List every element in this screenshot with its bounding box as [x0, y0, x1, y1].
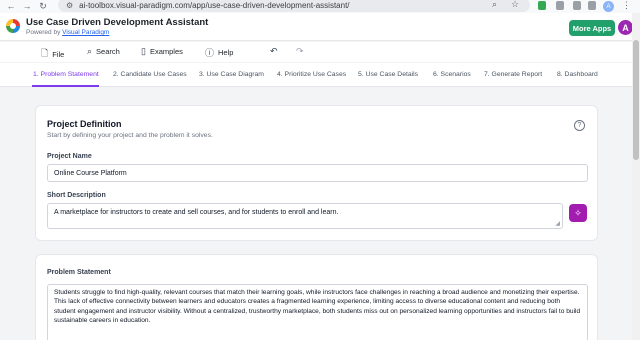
ai-generate-button[interactable]: ✧ [569, 204, 587, 222]
magic-wand-icon: ✧ [574, 207, 582, 218]
project-name-label: Project Name [47, 153, 92, 160]
extension-icon[interactable] [556, 1, 564, 10]
powered-by-prefix: Powered by [26, 29, 63, 36]
powered-by: Powered by Visual Paradigm [26, 29, 109, 36]
tab-problem-statement[interactable]: 1. Problem Statement [33, 71, 99, 78]
visual-paradigm-link[interactable]: Visual Paradigm [62, 29, 109, 36]
forward-icon[interactable]: → [20, 1, 34, 11]
section-subtitle: Start by defining your project and the p… [47, 132, 213, 139]
problem-statement-card: Problem Statement Students struggle to f… [35, 254, 598, 340]
help-button[interactable]: ⓘ Help [205, 46, 233, 59]
active-tab-indicator [32, 85, 99, 87]
address-bar[interactable]: ⚙ ai-toolbox.visual-paradigm.com/app/use… [58, 0, 530, 12]
bookmark-star-icon[interactable]: ☆ [511, 0, 519, 10]
tab-dashboard[interactable]: 8. Dashboard [557, 71, 598, 78]
more-apps-button[interactable]: More Apps [569, 20, 615, 36]
project-name-input[interactable]: Online Course Platform [47, 164, 588, 182]
main-content: Project Definition Start by defining you… [0, 88, 632, 340]
user-avatar[interactable]: A [618, 20, 633, 35]
redo-button[interactable]: ↷ [296, 46, 304, 57]
extension-icon[interactable] [538, 1, 546, 10]
tab-use-case-details[interactable]: 5. Use Case Details [358, 71, 418, 78]
section-title: Project Definition [47, 119, 122, 129]
search-label: Search [96, 47, 120, 56]
help-icon[interactable]: ? [574, 120, 585, 131]
resize-handle-icon[interactable]: ◢ [555, 220, 560, 227]
project-definition-card: Project Definition Start by defining you… [35, 105, 598, 241]
problem-statement-label: Problem Statement [47, 269, 111, 276]
back-icon[interactable]: ← [4, 1, 18, 11]
short-description-text: A marketplace for instructors to create … [54, 209, 339, 216]
tab-use-case-diagram[interactable]: 3. Use Case Diagram [199, 71, 264, 78]
extensions-puzzle-icon[interactable] [588, 1, 596, 10]
book-icon: ▯ [141, 46, 146, 56]
site-info-icon[interactable]: ⚙ [66, 1, 73, 10]
browser-toolbar: ← → ↻ ⚙ ai-toolbox.visual-paradigm.com/a… [0, 0, 640, 13]
app-logo [6, 19, 20, 33]
tab-generate-report[interactable]: 7. Generate Report [484, 71, 542, 78]
help-circle-icon: ⓘ [205, 48, 215, 58]
app-title: Use Case Driven Development Assistant [26, 17, 209, 28]
tab-prioritize-use-cases[interactable]: 4. Prioritize Use Cases [277, 71, 346, 78]
tab-scenarios[interactable]: 6. Scenarios [433, 71, 471, 78]
file-label: File [52, 49, 65, 59]
undo-button[interactable]: ↶ [270, 46, 278, 57]
scrollbar-thumb[interactable] [633, 40, 639, 160]
step-tabs: 1. Problem Statement 2. Candidate Use Ca… [0, 63, 632, 87]
short-description-input[interactable]: A marketplace for instructors to create … [47, 203, 563, 229]
help-label: Help [218, 48, 234, 57]
tab-candidate-use-cases[interactable]: 2. Candidate Use Cases [113, 71, 187, 78]
reload-icon[interactable]: ↻ [36, 1, 50, 12]
toolbar: 🗋 File ⌕ Search ▯ Examples ⓘ Help ↶ ↷ [0, 42, 632, 62]
zoom-icon[interactable]: ⌕ [492, 0, 497, 10]
app-header: Use Case Driven Development Assistant Po… [0, 13, 633, 41]
search-icon: ⌕ [87, 46, 93, 56]
browser-menu-icon[interactable]: ⋮ [622, 0, 631, 11]
short-description-label: Short Description [47, 192, 106, 199]
undo-icon: ↶ [270, 46, 278, 56]
url-text: ai-toolbox.visual-paradigm.com/app/use-c… [79, 0, 350, 10]
examples-button[interactable]: ▯ Examples [141, 46, 183, 57]
browser-profile-avatar[interactable]: A [603, 1, 614, 12]
search-button[interactable]: ⌕ Search [87, 46, 120, 57]
file-button[interactable]: 🗋 File [41, 46, 64, 62]
extension-icon[interactable] [573, 1, 581, 10]
examples-label: Examples [149, 47, 183, 56]
redo-icon: ↷ [296, 46, 304, 56]
problem-statement-textarea[interactable]: Students struggle to find high-quality, … [47, 284, 588, 340]
file-icon: 🗋 [41, 48, 49, 58]
